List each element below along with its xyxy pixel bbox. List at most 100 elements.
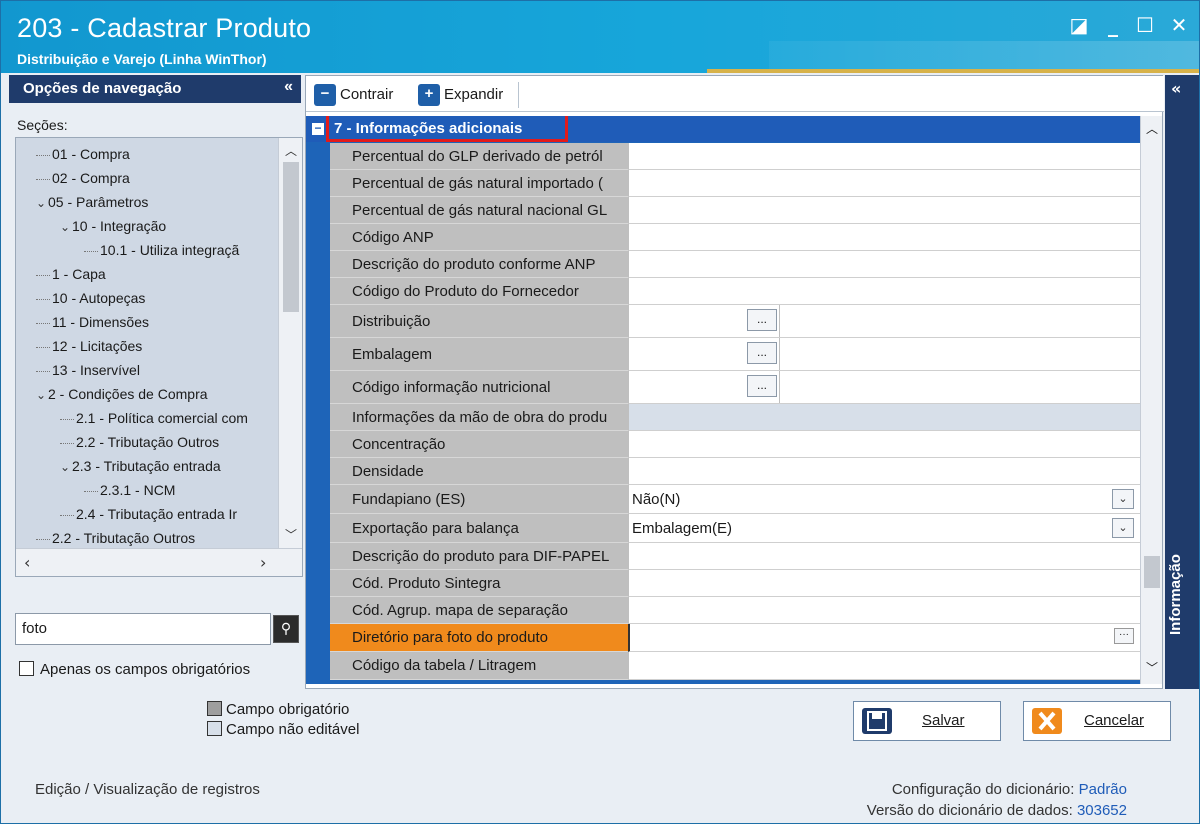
property-row[interactable]: Exportação para balança Embalagem(E) ⌄ [330, 514, 1140, 543]
chevron-down-icon[interactable]: ⌄ [1112, 518, 1134, 538]
restore-icon[interactable]: ◪ [1065, 11, 1093, 39]
tree-item[interactable]: 13 - Inservível [36, 358, 140, 382]
property-value[interactable] [628, 224, 1140, 251]
property-row[interactable]: Cód. Agrup. mapa de separação [330, 597, 1140, 624]
save-button[interactable]: Salvar [853, 701, 1001, 741]
tree-item[interactable]: ⌄ 2 - Condições de Compra [36, 382, 208, 406]
property-row[interactable]: Código da tabela / Litragem [330, 652, 1140, 680]
chevron-up-icon[interactable]: ︿ [279, 142, 303, 162]
tree-horizontal-scrollbar[interactable]: ‹ › [16, 548, 302, 576]
scroll-thumb[interactable] [1144, 556, 1160, 588]
status-bar: Edição / Visualização de registros Confi… [1, 761, 1199, 823]
tree-item[interactable]: 2.2 - Tributação Outros [60, 430, 219, 454]
tree-item[interactable]: 12 - Licitações [36, 334, 142, 358]
chevron-left-icon[interactable]: ‹ [24, 553, 30, 572]
tree-item[interactable]: ⌄ 10 - Integração [60, 214, 166, 238]
tree-item[interactable]: 01 - Compra [36, 142, 130, 166]
property-value[interactable] [628, 197, 1140, 224]
chevron-down-icon[interactable]: ⌄ [36, 383, 48, 407]
tree-vertical-scrollbar[interactable]: ︿ ﹀ [278, 138, 302, 548]
property-label: Percentual de gás natural importado ( [330, 170, 628, 197]
property-row[interactable]: Embalagem... [330, 338, 1140, 371]
property-row[interactable]: Código do Produto do Fornecedor [330, 278, 1140, 305]
property-value[interactable] [628, 652, 1140, 680]
chevron-right-icon[interactable]: › [260, 553, 266, 572]
tree-item[interactable]: ⌄ 05 - Parâmetros [36, 190, 148, 214]
tree-item[interactable]: 2.1 - Política comercial com [60, 406, 248, 430]
ellipsis-button[interactable]: ... [747, 375, 777, 397]
search-input[interactable]: foto [15, 613, 271, 645]
chevron-down-icon[interactable]: ⌄ [36, 191, 48, 215]
minimize-icon[interactable]: _ [1099, 11, 1127, 39]
app-window: 203 - Cadastrar Produto Distribuição e V… [0, 0, 1200, 824]
collapse-group-icon[interactable]: − [312, 122, 324, 135]
maximize-icon[interactable]: ☐ [1131, 11, 1159, 39]
property-value[interactable]: ... [628, 371, 1140, 404]
cancel-button[interactable]: Cancelar [1023, 701, 1171, 741]
property-value[interactable]: ... [628, 305, 1140, 338]
property-value[interactable]: ··· [628, 624, 1140, 652]
search-button[interactable]: ⚲ [273, 615, 299, 643]
tree-connector [60, 418, 74, 420]
property-row[interactable]: Código informação nutricional... [330, 371, 1140, 404]
property-row[interactable]: Percentual de gás natural importado ( [330, 170, 1140, 197]
collapse-left-icon[interactable]: « [284, 78, 293, 96]
chevron-down-icon[interactable]: ﹀ [279, 526, 303, 546]
property-value[interactable]: Não(N) ⌄ [628, 485, 1140, 514]
ellipsis-button[interactable]: ··· [1114, 628, 1134, 644]
property-row[interactable]: Percentual do GLP derivado de petról [330, 143, 1140, 170]
chevron-down-icon[interactable]: ⌄ [1112, 489, 1134, 509]
property-value[interactable] [628, 170, 1140, 197]
property-value[interactable]: Embalagem(E) ⌄ [628, 514, 1140, 543]
property-row[interactable]: Distribuição... [330, 305, 1140, 338]
property-row[interactable]: Descrição do produto para DIF-PAPEL [330, 543, 1140, 570]
chevron-down-icon[interactable]: ⌄ [60, 455, 72, 479]
chevron-down-icon[interactable]: ﹀ [1141, 659, 1163, 676]
save-label: Salvar [922, 712, 965, 729]
tree-item[interactable]: 2.2 - Tributação Outros [36, 526, 195, 548]
property-row[interactable]: Percentual de gás natural nacional GL [330, 197, 1140, 224]
tree-item[interactable]: 2.3.1 - NCM [84, 478, 175, 502]
property-label: Cód. Agrup. mapa de separação [330, 597, 628, 624]
only-required-checkbox[interactable] [19, 661, 34, 676]
plus-icon: + [418, 84, 440, 106]
property-row[interactable]: Código ANP [330, 224, 1140, 251]
property-value[interactable] [628, 570, 1140, 597]
property-row[interactable]: Cód. Produto Sintegra [330, 570, 1140, 597]
chevron-down-icon[interactable]: ⌄ [60, 215, 72, 239]
property-row[interactable]: Concentração [330, 431, 1140, 458]
scroll-thumb[interactable] [283, 162, 299, 312]
tree-item[interactable]: 10 - Autopeças [36, 286, 145, 310]
property-value[interactable] [628, 431, 1140, 458]
collapse-button[interactable]: − Contrair [314, 84, 393, 106]
ellipsis-button[interactable]: ... [747, 342, 777, 364]
ellipsis-button[interactable]: ... [747, 309, 777, 331]
property-row[interactable]: Informações da mão de obra do produ [330, 404, 1140, 431]
expand-button[interactable]: + Expandir [418, 84, 503, 106]
tree-item[interactable]: 1 - Capa [36, 262, 106, 286]
property-row[interactable]: Densidade [330, 458, 1140, 485]
tree-item[interactable]: 2.4 - Tributação entrada Ir [60, 502, 237, 526]
only-required-checkbox-row[interactable]: Apenas os campos obrigatórios [19, 661, 250, 678]
property-value[interactable] [628, 251, 1140, 278]
tree-item[interactable]: 10.1 - Utiliza integraçã [84, 238, 239, 262]
collapse-right-icon[interactable]: « [1171, 79, 1181, 98]
property-row[interactable]: Diretório para foto do produto ··· [330, 624, 1140, 652]
chevron-up-icon[interactable]: ︿ [1141, 120, 1163, 137]
property-label: Percentual do GLP derivado de petról [330, 143, 628, 170]
property-value[interactable] [628, 143, 1140, 170]
grid-vertical-scrollbar[interactable]: ︿ ﹀ [1140, 116, 1162, 684]
property-row[interactable]: Fundapiano (ES) Não(N) ⌄ [330, 485, 1140, 514]
tree-item[interactable]: 11 - Dimensões [36, 310, 149, 334]
property-row[interactable]: Descrição do produto conforme ANP [330, 251, 1140, 278]
property-value[interactable]: ... [628, 338, 1140, 371]
tree-item[interactable]: ⌄ 2.3 - Tributação entrada [60, 454, 221, 478]
property-value[interactable] [628, 597, 1140, 624]
tree-connector [36, 154, 50, 156]
tree-item[interactable]: 02 - Compra [36, 166, 130, 190]
info-panel[interactable]: « Informação [1165, 75, 1199, 689]
close-icon[interactable]: ✕ [1165, 11, 1193, 39]
property-value[interactable] [628, 543, 1140, 570]
property-value[interactable] [628, 458, 1140, 485]
property-value[interactable] [628, 278, 1140, 305]
